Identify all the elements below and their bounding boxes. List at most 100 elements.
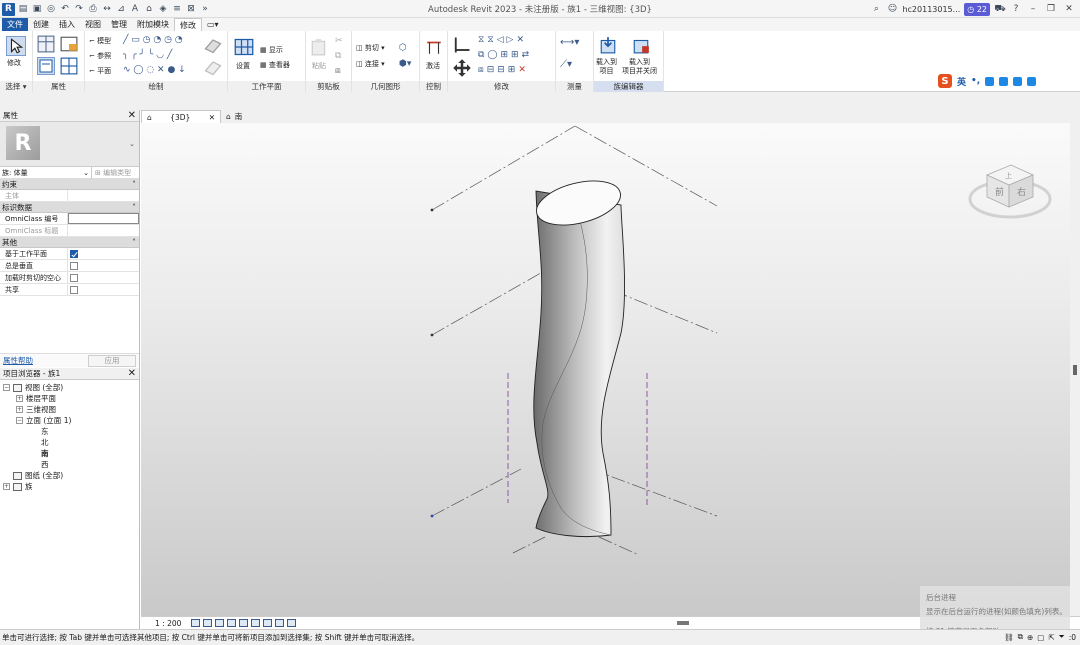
- crop-view-icon[interactable]: [263, 619, 272, 627]
- shadows-icon[interactable]: [227, 619, 236, 627]
- activate-label[interactable]: 激活: [426, 61, 440, 71]
- user-name[interactable]: hc20113015...: [902, 5, 960, 14]
- edit-type-button[interactable]: ⊞ 编辑类型: [92, 168, 131, 178]
- draw-plane-button[interactable]: ⌐ 平面: [89, 66, 111, 76]
- view-tab-3d[interactable]: ⌂ {3D} ✕: [141, 110, 221, 123]
- match-properties-icon[interactable]: ⧈: [335, 66, 341, 76]
- tree-node-south[interactable]: 南: [0, 448, 139, 459]
- tree-node-elevations[interactable]: − 立面 (立面 1): [0, 415, 139, 426]
- twisted-mass-form[interactable]: [532, 173, 626, 537]
- group-identity-data[interactable]: 标识数据 ˄: [0, 202, 139, 213]
- properties-help-link[interactable]: 属性帮助: [0, 355, 33, 366]
- tree-node-west[interactable]: 西: [0, 459, 139, 470]
- viewcube-front-label[interactable]: 前: [995, 186, 1004, 198]
- load-and-close-icon[interactable]: [632, 36, 650, 54]
- cut-voids-checkbox[interactable]: [70, 273, 78, 282]
- tab-modify[interactable]: 修改: [174, 18, 202, 31]
- search-icon[interactable]: ⌕: [870, 3, 882, 15]
- ime-menu-icon[interactable]: [1027, 76, 1037, 86]
- tab-file[interactable]: 文件: [2, 18, 28, 31]
- notification-badge[interactable]: ◷ 22: [964, 2, 990, 16]
- ref-point-middle[interactable]: [430, 333, 434, 337]
- family-types-icon[interactable]: [60, 35, 78, 53]
- tab-manage[interactable]: 管理: [106, 18, 132, 31]
- group-constraints[interactable]: 约束 ˄: [0, 179, 139, 190]
- workplane-set-icon[interactable]: [234, 37, 254, 57]
- paste-label[interactable]: 粘贴: [312, 61, 326, 71]
- close-window-button[interactable]: ✕: [1062, 4, 1076, 14]
- paste-icon[interactable]: [310, 37, 328, 57]
- measure-icon-btn[interactable]: ⟷▾: [560, 37, 579, 48]
- workplane-set-label[interactable]: 设置: [236, 61, 250, 71]
- ime-skin-icon[interactable]: [1013, 76, 1023, 86]
- select-pinned-icon[interactable]: ⊕: [1027, 633, 1033, 642]
- collapse-toggle-icon[interactable]: −: [3, 384, 10, 391]
- view-scale[interactable]: 1 : 200: [141, 619, 191, 628]
- visual-style-icon[interactable]: [203, 619, 212, 627]
- sun-path-icon[interactable]: [215, 619, 224, 627]
- draw-shapes-row1-icon[interactable]: ╱ ▭ ◷ ◔ ◷ ◔: [123, 35, 183, 45]
- tree-node-east[interactable]: 东: [0, 426, 139, 437]
- draw-shapes-row3-icon[interactable]: ∿ ◯ ◌ ✕ ● ↓: [123, 65, 186, 75]
- tree-node-sheets[interactable]: 图纸 (全部): [0, 470, 139, 481]
- render-icon[interactable]: [239, 619, 248, 627]
- ime-mic-icon[interactable]: [985, 76, 995, 86]
- view-tab-close-icon[interactable]: ✕: [209, 113, 215, 122]
- project-browser-close-icon[interactable]: ✕: [128, 368, 136, 379]
- expand-toggle-icon[interactable]: +: [16, 406, 23, 413]
- tree-node-floor-plans[interactable]: + 楼层平面: [0, 393, 139, 404]
- select-links-icon[interactable]: ⛓: [1004, 633, 1014, 642]
- align-icon[interactable]: [452, 35, 472, 55]
- lock-view-icon[interactable]: [251, 619, 260, 627]
- always-vertical-checkbox[interactable]: [70, 261, 78, 270]
- view-tab-south[interactable]: ⌂ 南: [221, 110, 247, 123]
- horizontal-scroll-thumb[interactable]: [677, 621, 689, 625]
- wall-join-icon[interactable]: ⬡: [399, 43, 407, 53]
- dimension-icon-btn[interactable]: ⟋▾: [560, 59, 572, 70]
- draw-model-button[interactable]: ⌐ 模型: [89, 36, 111, 46]
- ime-punct-icon[interactable]: •,: [971, 76, 980, 86]
- viewcube-right-label[interactable]: 右: [1017, 186, 1026, 198]
- geometry-join-button[interactable]: ◫ 连接 ▾: [356, 59, 385, 69]
- tab-overflow-icon[interactable]: ▭▾: [202, 18, 224, 31]
- ref-point-top[interactable]: [430, 208, 434, 212]
- modify-cursor-icon[interactable]: [6, 36, 26, 56]
- tab-insert[interactable]: 插入: [54, 18, 80, 31]
- activate-icon[interactable]: [425, 37, 443, 57]
- minimize-button[interactable]: –: [1026, 4, 1040, 14]
- vertical-scrollbar[interactable]: [1070, 123, 1080, 616]
- type-selector-dropdown-icon[interactable]: ⌄: [129, 140, 135, 148]
- help-icon[interactable]: ?: [1010, 3, 1022, 15]
- viewcube-top-label[interactable]: 上: [1005, 171, 1012, 180]
- type-properties-icon[interactable]: [37, 35, 55, 53]
- properties-toggle-icon[interactable]: [37, 57, 55, 75]
- move-icon[interactable]: [452, 58, 472, 78]
- draw-reference-button[interactable]: ⌐ 参照: [89, 51, 111, 61]
- tab-create[interactable]: 创建: [28, 18, 54, 31]
- properties-close-icon[interactable]: ✕: [128, 110, 136, 121]
- sogou-logo-icon[interactable]: S: [938, 74, 952, 88]
- workplane-viewer-button[interactable]: ▦ 查看器: [260, 60, 290, 70]
- family-filter-select[interactable]: 族: 体量 ⌄: [0, 166, 92, 179]
- ime-language[interactable]: 英: [957, 75, 966, 88]
- detail-level-icon[interactable]: [191, 619, 200, 627]
- expand-toggle-icon[interactable]: +: [16, 395, 23, 402]
- copy-icon[interactable]: ⧉: [335, 51, 341, 61]
- group-other[interactable]: 其他 ˄: [0, 237, 139, 248]
- tree-node-3d-views[interactable]: + 三维视图: [0, 404, 139, 415]
- split-face-icon[interactable]: ⬢▾: [399, 59, 411, 69]
- 3d-viewport[interactable]: 前 右 上: [141, 123, 1070, 616]
- load-into-project-icon[interactable]: [599, 36, 617, 54]
- drag-elements-icon[interactable]: ⇱: [1048, 633, 1054, 642]
- draw-shapes-row2-icon[interactable]: ╮ ╭ ╯ ╰ ◡ ╱: [123, 50, 172, 60]
- collapse-toggle-icon[interactable]: −: [16, 417, 23, 424]
- workplane-based-checkbox[interactable]: [70, 249, 78, 258]
- cut-icon[interactable]: ✂: [335, 36, 343, 46]
- filter-icon[interactable]: ⏷: [1059, 632, 1065, 642]
- geometry-cut-button[interactable]: ◫ 剪切 ▾: [356, 43, 385, 53]
- select-by-face-icon[interactable]: ▢: [1037, 633, 1044, 642]
- viewcube[interactable]: 前 右 上: [967, 153, 1053, 225]
- ime-keyboard-icon[interactable]: [999, 76, 1009, 86]
- select-panel-label[interactable]: 选择 ▾: [0, 81, 32, 92]
- plane-icon[interactable]: [203, 35, 223, 55]
